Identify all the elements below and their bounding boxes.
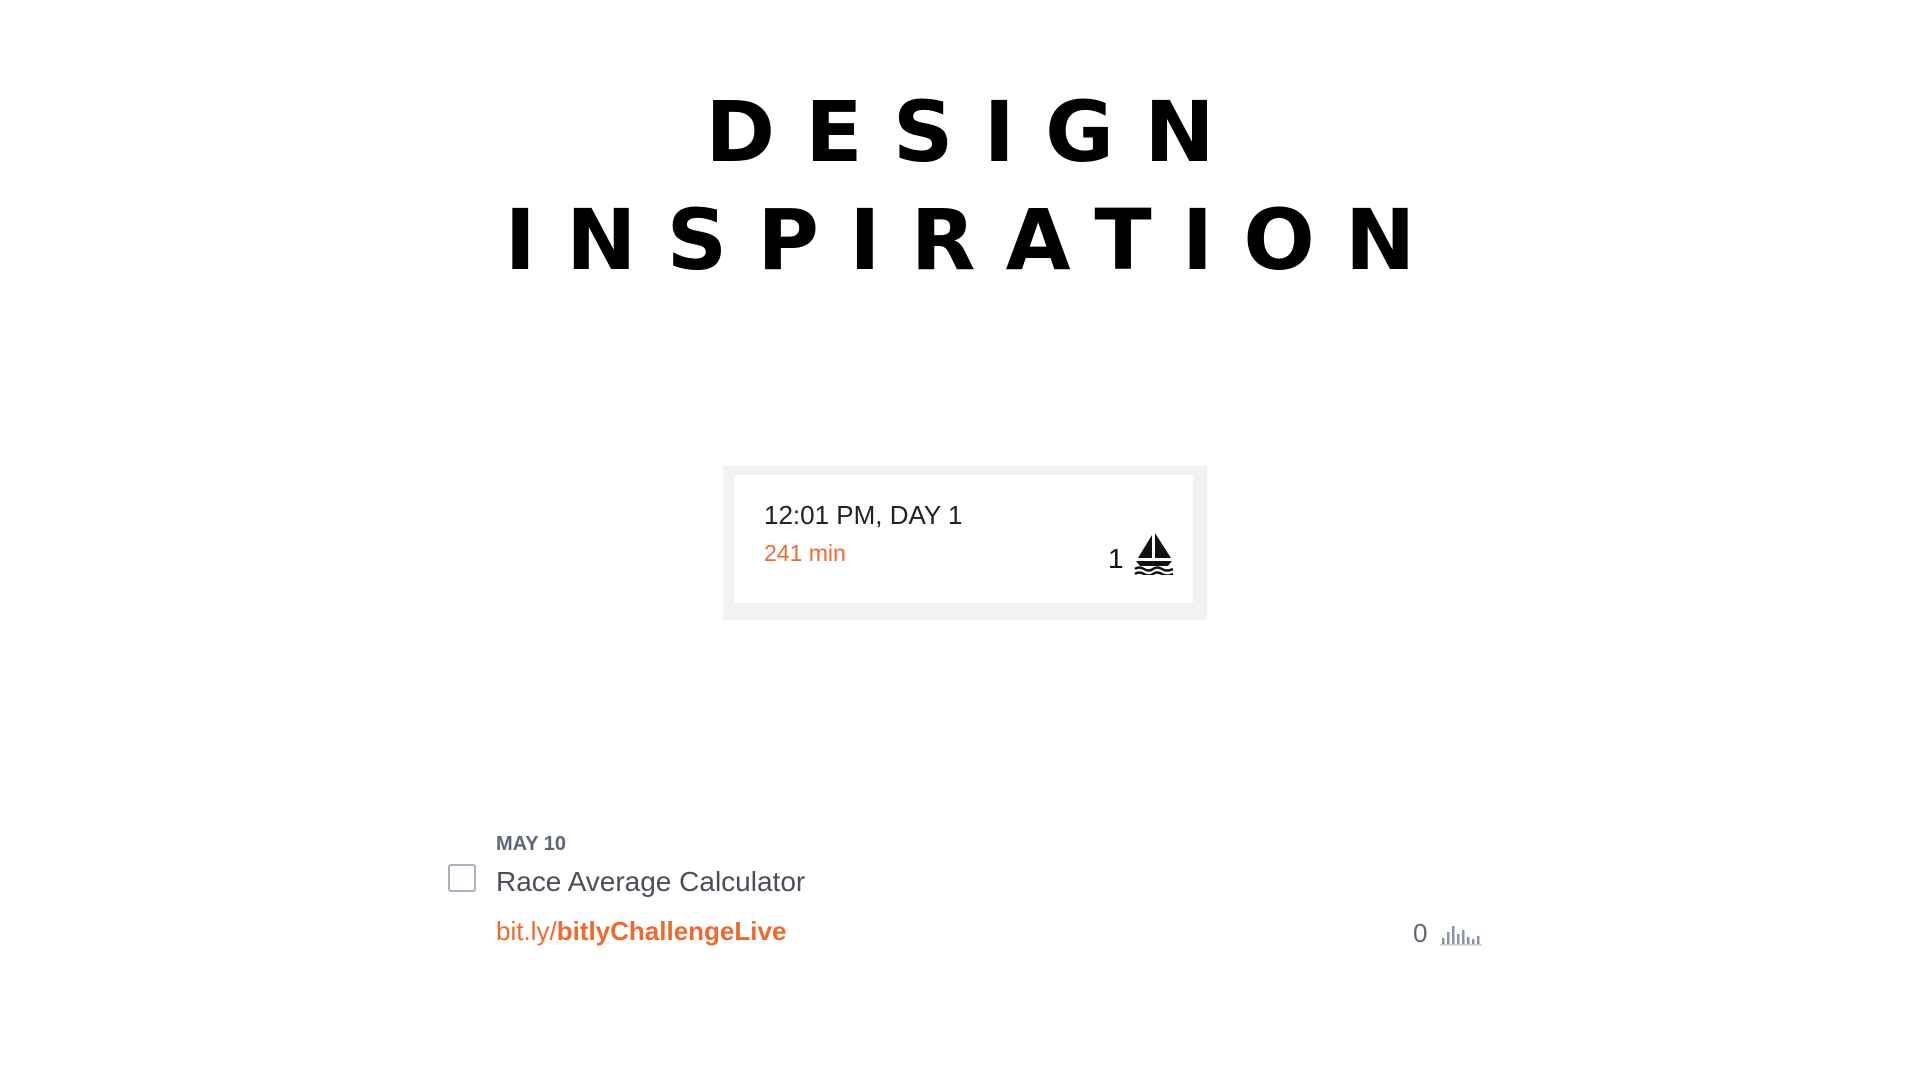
race-card[interactable]: 12:01 PM, DAY 1 241 min 1 — [723, 466, 1207, 620]
design-inspiration-page: DESIGN INSPIRATION 12:01 PM, DAY 1 241 m… — [0, 0, 1920, 1080]
item-checkbox[interactable] — [448, 864, 476, 892]
short-link-path: bitlyChallengeLive — [556, 916, 787, 946]
bar-chart-icon[interactable] — [1440, 922, 1486, 946]
page-title: DESIGN INSPIRATION — [0, 78, 1920, 294]
sailboat-icon — [1134, 533, 1174, 575]
title-line-inspiration: INSPIRATION — [504, 191, 1446, 289]
click-count: 0 — [1413, 918, 1428, 948]
short-link[interactable]: bit.ly/bitlyChallengeLive — [496, 916, 786, 947]
boat-count: 1 — [1108, 543, 1124, 574]
title-line-design: DESIGN — [705, 83, 1245, 181]
short-link-domain: bit.ly/ — [496, 916, 557, 946]
race-card-body[interactable]: 12:01 PM, DAY 1 241 min 1 — [734, 475, 1193, 603]
race-duration: 241 min — [764, 540, 846, 566]
race-start-time: 12:01 PM, DAY 1 — [764, 500, 963, 530]
item-title[interactable]: Race Average Calculator — [496, 866, 805, 898]
item-date: MAY 10 — [496, 833, 567, 855]
